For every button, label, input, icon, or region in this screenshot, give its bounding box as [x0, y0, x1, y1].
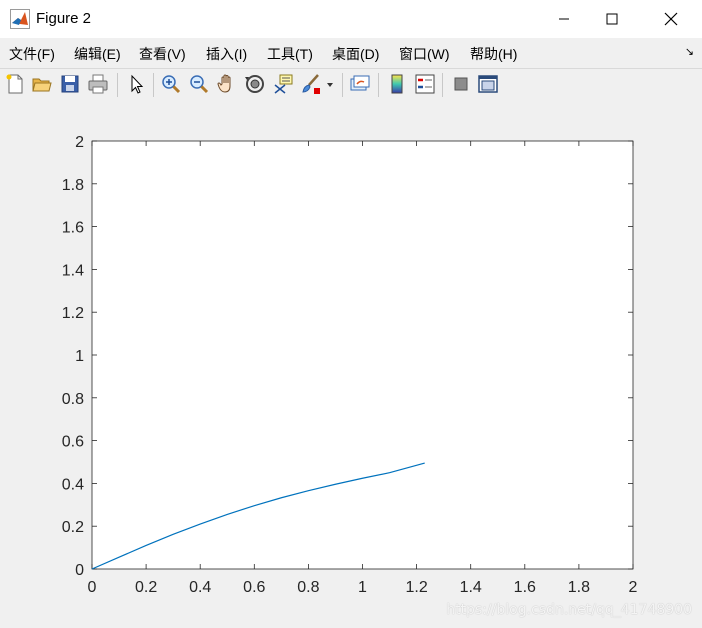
x-tick-label: 1.4 [460, 579, 482, 596]
maximize-icon [606, 13, 618, 25]
brush-icon[interactable] [299, 72, 323, 96]
menu-edit[interactable]: 编辑(E) [74, 44, 121, 64]
colorbar-icon[interactable] [385, 72, 409, 96]
close-icon [664, 12, 678, 26]
menu-help[interactable]: 帮助(H) [470, 44, 517, 64]
y-tick-label: 1.8 [62, 177, 84, 194]
minimize-button[interactable] [541, 0, 587, 38]
y-tick-label: 2 [75, 134, 84, 151]
x-tick-label: 1.2 [405, 579, 427, 596]
y-tick-label: 0.8 [62, 391, 84, 408]
y-tick-label: 0.4 [62, 476, 84, 493]
toolbar-separator [378, 73, 379, 97]
x-tick-label: 2 [629, 579, 638, 596]
show-plot-tools-icon[interactable] [476, 72, 500, 96]
x-tick-label: 1.6 [514, 579, 536, 596]
menu-insert[interactable]: 插入(I) [206, 44, 247, 64]
menu-bar: 文件(F) 编辑(E) 查看(V) 插入(I) 工具(T) 桌面(D) 窗口(W… [0, 38, 702, 68]
toolbar-separator [342, 73, 343, 97]
watermark-text: https://blog.csdn.net/qq_41748900 [446, 602, 692, 618]
pointer-icon[interactable] [124, 72, 148, 96]
figure-window: Figure 2 文件(F) 编辑(E) 查看(V) 插入(I) 工具(T) 桌… [0, 0, 702, 628]
menu-tools[interactable]: 工具(T) [267, 44, 313, 64]
x-tick-label: 0.2 [135, 579, 157, 596]
line-chart: 0 0.2 0.4 0.6 0.8 1 1.2 1.4 1.6 1.8 2 0 0.2 0.4 0.6 0.8… [62, 134, 638, 596]
menu-file[interactable]: 文件(F) [9, 44, 55, 64]
x-tick-label: 1.8 [568, 579, 590, 596]
window-title: Figure 2 [36, 10, 92, 27]
legend-icon[interactable] [413, 72, 437, 96]
toolbar-separator [117, 73, 118, 97]
rotate-3d-icon[interactable] [243, 72, 267, 96]
data-cursor-icon[interactable] [271, 72, 295, 96]
y-tick-label: 0.2 [62, 519, 84, 536]
save-icon[interactable] [58, 72, 82, 96]
link-plot-icon[interactable] [348, 72, 372, 96]
menu-view[interactable]: 查看(V) [139, 44, 186, 64]
y-tick-label: 0.6 [62, 434, 84, 451]
y-tick-label: 1.2 [62, 305, 84, 322]
x-tick-label: 0.6 [243, 579, 265, 596]
axes-box [91, 140, 634, 570]
hide-plot-tools-icon[interactable] [449, 72, 473, 96]
open-file-icon[interactable] [30, 72, 54, 96]
x-tick-label: 0 [88, 579, 97, 596]
pan-hand-icon[interactable] [215, 72, 239, 96]
menubar-dock-arrow-icon[interactable]: ↘ [685, 45, 694, 58]
toolbar-separator [153, 73, 154, 97]
print-icon[interactable] [86, 72, 110, 96]
brush-dropdown-icon[interactable] [325, 72, 335, 96]
x-tick-label: 0.4 [189, 579, 211, 596]
x-tick-label: 1 [358, 579, 367, 596]
y-tick-label: 0 [75, 562, 84, 579]
figure-toolbar [0, 68, 702, 102]
menu-desktop[interactable]: 桌面(D) [332, 44, 379, 64]
close-button[interactable] [648, 0, 694, 38]
title-bar[interactable]: Figure 2 [0, 0, 702, 38]
new-figure-icon[interactable] [3, 72, 27, 96]
y-tick-label: 1.4 [62, 262, 84, 279]
y-tick-label: 1 [75, 348, 84, 365]
x-tick-label: 0.8 [297, 579, 319, 596]
figure-canvas: 0 0.2 0.4 0.6 0.8 1 1.2 1.4 1.6 1.8 2 0 0.2 0.4 0.6 0.8… [0, 101, 702, 628]
minimize-icon [559, 18, 569, 20]
y-tick-label: 1.6 [62, 220, 84, 237]
maximize-button[interactable] [589, 0, 635, 38]
menu-window[interactable]: 窗口(W) [399, 44, 450, 64]
matlab-logo-icon [10, 9, 30, 29]
zoom-out-icon[interactable] [187, 72, 211, 96]
toolbar-separator [442, 73, 443, 97]
zoom-in-icon[interactable] [159, 72, 183, 96]
